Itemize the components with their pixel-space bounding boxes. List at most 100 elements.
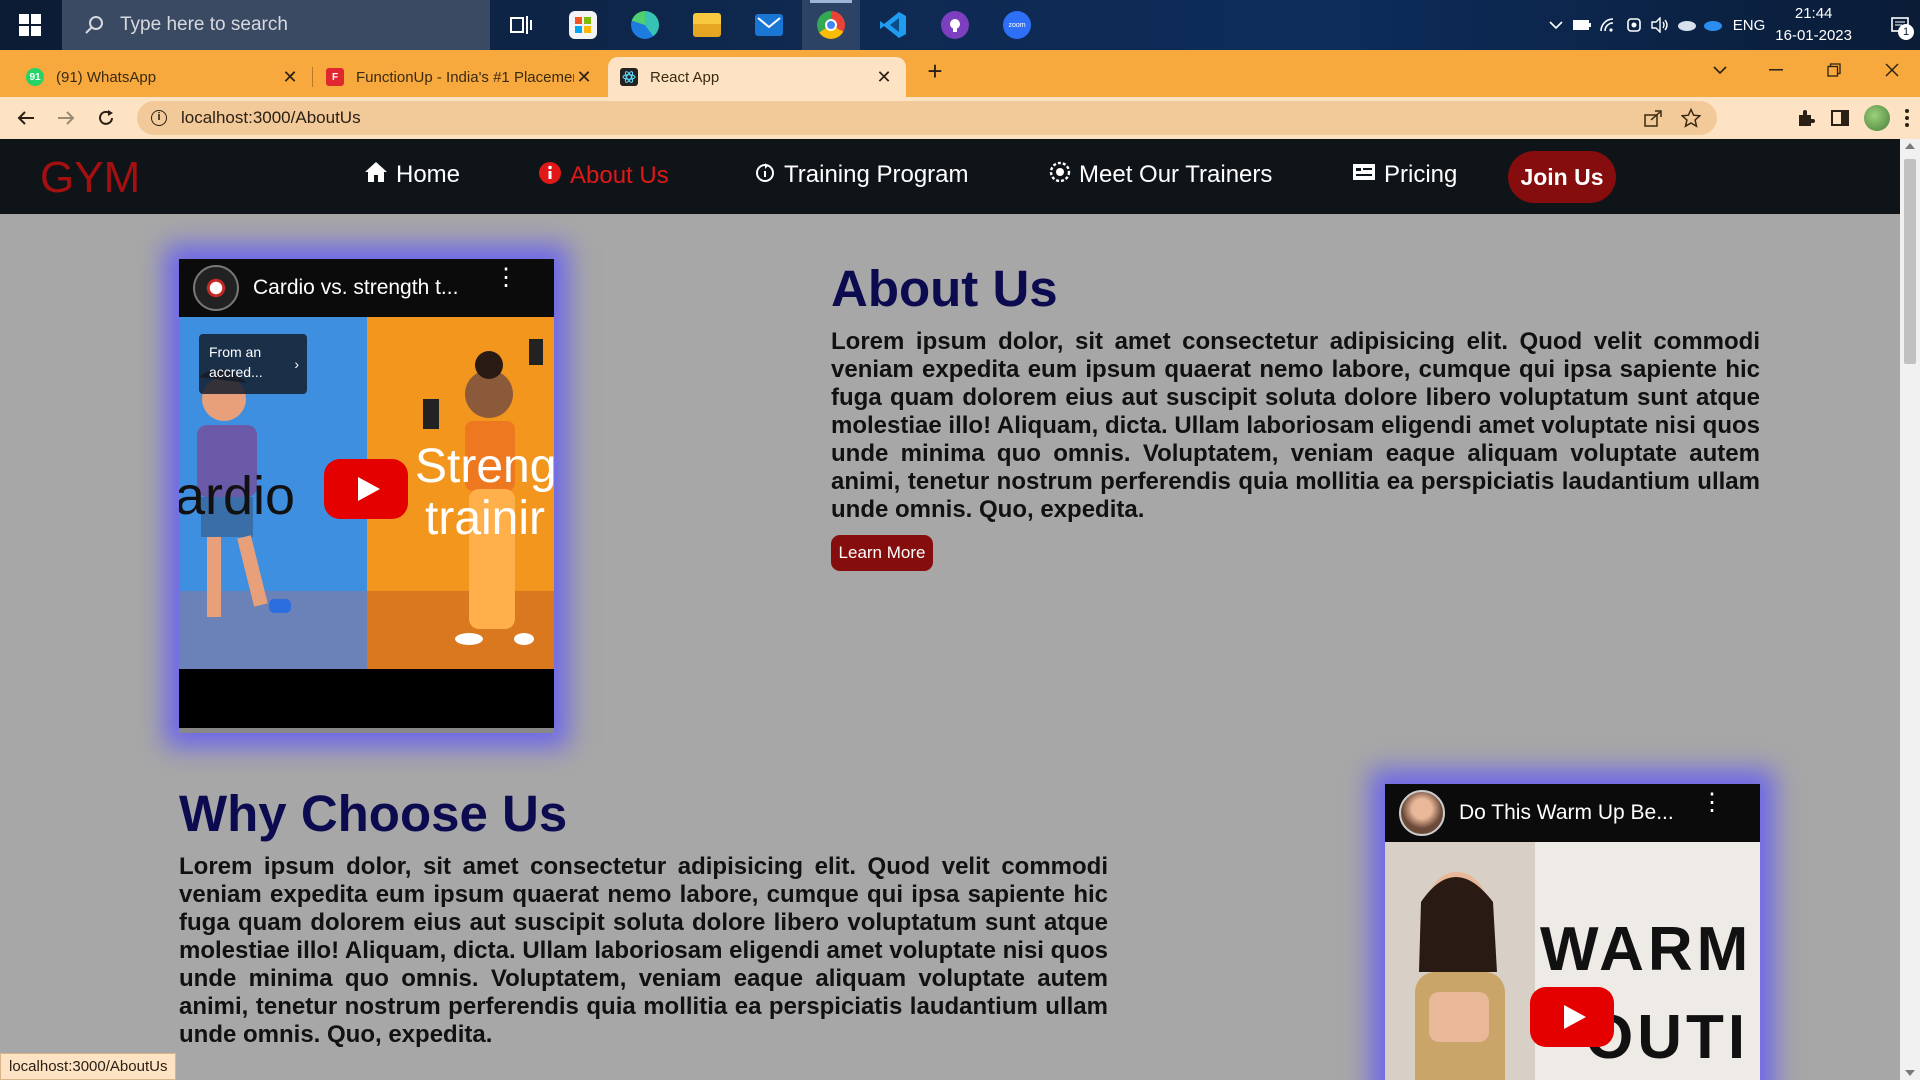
- video-title[interactable]: Do This Warm Up Be...: [1459, 801, 1674, 825]
- file-explorer-icon: [693, 13, 721, 37]
- taskbar-search-placeholder: Type here to search: [120, 14, 288, 35]
- taskbar-app-zoom[interactable]: zoom: [988, 0, 1046, 50]
- back-button[interactable]: [6, 98, 46, 138]
- back-arrow-icon: [17, 111, 34, 125]
- tab-title: React App: [650, 68, 720, 86]
- video-info-card[interactable]: From an accred... ›: [199, 334, 307, 394]
- meet-now-icon[interactable]: [1621, 0, 1647, 50]
- extensions-icon[interactable]: [1796, 108, 1816, 128]
- tab-functionup[interactable]: F FunctionUp - India's #1 Placement ✕: [314, 57, 606, 97]
- nav-meet-our-trainers[interactable]: Meet Our Trainers: [1049, 161, 1272, 189]
- taskbar-app-store[interactable]: [554, 0, 612, 50]
- page-scrollbar[interactable]: [1900, 139, 1920, 1080]
- task-view-icon: [510, 16, 532, 34]
- more-options-icon[interactable]: ⋮: [1700, 791, 1724, 815]
- page-viewport: GYM Home About Us Training Program Meet …: [0, 139, 1900, 1080]
- video-header: Do This Warm Up Be... ⋮: [1385, 784, 1760, 842]
- learn-more-button[interactable]: Learn More: [831, 535, 933, 571]
- whatsapp-icon: 91: [26, 68, 44, 86]
- react-icon: [620, 68, 638, 86]
- taskbar-app-mail[interactable]: [740, 0, 798, 50]
- youtube-play-button[interactable]: [1530, 987, 1614, 1047]
- onedrive-sync-icon[interactable]: [1699, 0, 1725, 50]
- youtube-play-button[interactable]: [324, 459, 408, 519]
- youtube-embed-cardio[interactable]: ardio Streng trainir From an accred... ›…: [179, 259, 554, 733]
- new-tab-button[interactable]: +: [920, 57, 950, 87]
- side-panel-icon[interactable]: [1830, 109, 1850, 127]
- trainers-icon: [1049, 161, 1071, 189]
- nav-label: About Us: [570, 162, 669, 189]
- channel-avatar[interactable]: [1399, 790, 1445, 836]
- address-bar[interactable]: i localhost:3000/AboutUs: [137, 101, 1717, 135]
- taskbar-app-github[interactable]: [926, 0, 984, 50]
- home-icon: [364, 161, 388, 189]
- scrollbar-thumb[interactable]: [1904, 159, 1916, 364]
- reload-button[interactable]: [86, 98, 126, 138]
- notification-badge: 1: [1898, 24, 1914, 40]
- why-choose-us-heading: Why Choose Us: [179, 785, 568, 842]
- taskbar-app-explorer[interactable]: [678, 0, 736, 50]
- join-us-button[interactable]: Join Us: [1508, 151, 1616, 203]
- youtube-embed-warmup[interactable]: WARM OUTI Do This Warm Up Be... ⋮: [1385, 784, 1760, 1080]
- windows-logo-icon: [19, 14, 41, 36]
- url-text: localhost:3000/AboutUs: [181, 108, 361, 127]
- minimize-button[interactable]: [1748, 50, 1804, 90]
- about-us-paragraph: Lorem ipsum dolor, sit amet consectetur …: [831, 328, 1760, 523]
- thumbnail-text-training: trainir: [425, 492, 546, 545]
- taskbar-clock[interactable]: 21:44 16-01-2023: [1775, 3, 1852, 47]
- notification-center-button[interactable]: 1: [1880, 0, 1920, 50]
- vscode-icon: [880, 12, 906, 38]
- close-window-button[interactable]: [1864, 50, 1920, 90]
- nav-home[interactable]: Home: [364, 161, 460, 189]
- chevron-up-icon[interactable]: [1543, 0, 1569, 50]
- close-icon: [1885, 63, 1899, 77]
- nav-pricing[interactable]: Pricing: [1352, 161, 1457, 189]
- bookmark-star-icon[interactable]: [1681, 108, 1701, 128]
- browser-tab-strip: 91 (91) WhatsApp ✕ F FunctionUp - India'…: [0, 50, 1920, 97]
- close-icon[interactable]: ✕: [874, 67, 894, 88]
- profile-avatar[interactable]: [1864, 105, 1890, 131]
- info-card-text: From an accred...: [209, 344, 263, 380]
- taskbar-search-box[interactable]: Type here to search: [62, 0, 490, 50]
- task-view-button[interactable]: [492, 0, 550, 50]
- nav-label: Home: [396, 161, 461, 188]
- video-title[interactable]: Cardio vs. strength t...: [253, 276, 458, 300]
- video-progress-track: [179, 728, 554, 733]
- close-icon[interactable]: ✕: [574, 67, 594, 88]
- taskbar-app-edge[interactable]: [616, 0, 674, 50]
- onedrive-icon[interactable]: [1673, 0, 1699, 50]
- tab-whatsapp[interactable]: 91 (91) WhatsApp ✕: [14, 57, 312, 97]
- nav-about-us[interactable]: About Us: [538, 161, 669, 191]
- site-info-icon[interactable]: i: [151, 110, 167, 126]
- more-menu-icon[interactable]: [1904, 108, 1910, 128]
- nav-label: Meet Our Trainers: [1079, 161, 1273, 188]
- forward-button[interactable]: [46, 98, 86, 138]
- scroll-down-arrow-icon[interactable]: [1905, 1070, 1915, 1076]
- more-options-icon[interactable]: ⋮: [494, 266, 518, 290]
- volume-icon[interactable]: [1647, 0, 1673, 50]
- browser-toolbar: i localhost:3000/AboutUs: [0, 97, 1920, 139]
- info-icon: [538, 161, 562, 191]
- channel-avatar[interactable]: [193, 265, 239, 311]
- brand-logo[interactable]: GYM: [40, 153, 140, 203]
- why-choose-us-paragraph: Lorem ipsum dolor, sit amet consectetur …: [179, 853, 1108, 1048]
- minimize-icon: [1769, 69, 1783, 71]
- wifi-icon[interactable]: [1595, 0, 1621, 50]
- battery-icon[interactable]: [1569, 0, 1595, 50]
- chrome-icon: [817, 11, 845, 39]
- scroll-up-arrow-icon[interactable]: [1905, 143, 1915, 149]
- restore-button[interactable]: [1806, 50, 1862, 90]
- share-icon[interactable]: [1643, 109, 1663, 127]
- taskbar-app-chrome[interactable]: [802, 0, 860, 50]
- taskbar-app-vscode[interactable]: [864, 0, 922, 50]
- tab-search-button[interactable]: [1692, 50, 1748, 90]
- start-button[interactable]: [0, 0, 60, 50]
- clock-date: 16-01-2023: [1775, 27, 1852, 44]
- language-indicator[interactable]: ENG: [1733, 17, 1766, 34]
- pricing-icon: [1352, 163, 1376, 187]
- tab-react-app[interactable]: React App ✕: [608, 57, 906, 97]
- thumbnail-text-warm: WARM: [1540, 915, 1753, 984]
- close-icon[interactable]: ✕: [280, 67, 300, 88]
- edge-icon: [631, 11, 659, 39]
- nav-training-program[interactable]: Training Program: [754, 161, 969, 189]
